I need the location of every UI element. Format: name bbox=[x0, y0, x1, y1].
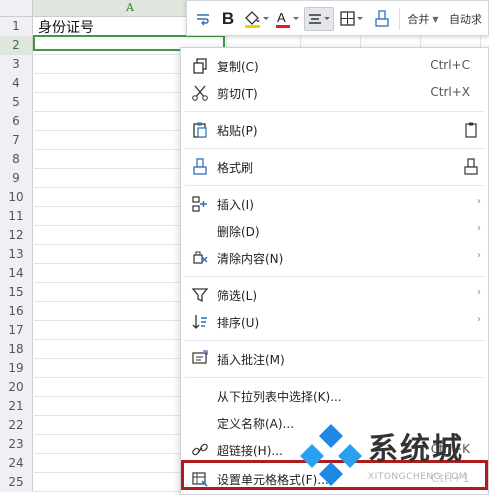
submenu-arrow-icon: › bbox=[477, 196, 481, 207]
merge-button[interactable]: 合并 ▼ bbox=[403, 7, 443, 31]
menu-separator bbox=[185, 185, 484, 186]
menu-label: 格式刷 bbox=[217, 161, 254, 175]
menu-separator bbox=[185, 340, 484, 341]
menu-item-clear[interactable]: 清除内容(N) › bbox=[181, 245, 488, 271]
menu-separator bbox=[185, 111, 484, 112]
autosum-button[interactable]: 自动求 bbox=[449, 7, 489, 31]
bold-icon[interactable]: B bbox=[217, 7, 239, 31]
row-header[interactable]: 9 bbox=[0, 169, 33, 188]
chevron-down-icon: ▼ bbox=[432, 14, 439, 24]
watermark-title: 系统城 bbox=[368, 432, 464, 467]
fill-color-icon[interactable] bbox=[241, 7, 271, 31]
menu-label: 删除(D) bbox=[217, 225, 260, 239]
menu-label: 粘贴(P) bbox=[217, 124, 258, 138]
menu-label: 清除内容(N) bbox=[217, 252, 284, 266]
menu-separator bbox=[185, 377, 484, 378]
row-header[interactable]: 20 bbox=[0, 378, 33, 397]
row-header[interactable]: 14 bbox=[0, 264, 33, 283]
row-header[interactable]: 25 bbox=[0, 473, 33, 492]
eraser-icon bbox=[193, 251, 208, 264]
autosum-label: 自动求 bbox=[449, 13, 482, 26]
submenu-arrow-icon: › bbox=[477, 250, 481, 261]
cell-a1[interactable]: 身份证号 bbox=[38, 17, 94, 37]
row-header[interactable]: 16 bbox=[0, 302, 33, 321]
format-painter-icon[interactable] bbox=[371, 7, 393, 31]
align-icon[interactable] bbox=[304, 7, 334, 31]
submenu-arrow-icon: › bbox=[477, 314, 481, 325]
comment-icon bbox=[192, 350, 208, 364]
row-header[interactable]: 12 bbox=[0, 226, 33, 245]
menu-item-cut[interactable]: 剪切(T) Ctrl+X bbox=[181, 80, 488, 106]
scissors-icon bbox=[192, 85, 208, 101]
menu-label: 从下拉列表中选择(K)... bbox=[217, 390, 342, 404]
menu-label: 筛选(L) bbox=[217, 289, 258, 303]
menu-label: 插入批注(M) bbox=[217, 353, 285, 367]
row-header[interactable]: 4 bbox=[0, 74, 33, 93]
watermark-subtitle: XITONGCHENG.COM bbox=[368, 472, 468, 482]
menu-separator bbox=[185, 276, 484, 277]
menu-item-copy[interactable]: 复制(C) Ctrl+C bbox=[181, 53, 488, 79]
menu-label: 插入(I) bbox=[217, 198, 254, 212]
menu-label: 定义名称(A)... bbox=[217, 417, 295, 431]
menu-label: 剪切(T) bbox=[217, 87, 258, 101]
row-header[interactable]: 24 bbox=[0, 454, 33, 473]
paste-options-icon[interactable] bbox=[462, 121, 480, 139]
row-header[interactable]: 5 bbox=[0, 93, 33, 112]
row-header[interactable]: 8 bbox=[0, 150, 33, 169]
svg-text:A: A bbox=[277, 10, 286, 25]
menu-item-insert-comment[interactable]: 插入批注(M) bbox=[181, 346, 488, 372]
row-header[interactable]: 2 bbox=[0, 36, 33, 55]
menu-label: 排序(U) bbox=[217, 316, 260, 330]
menu-item-sort[interactable]: 排序(U) › bbox=[181, 309, 488, 335]
font-color-icon[interactable]: A bbox=[273, 7, 301, 31]
menu-shortcut: Ctrl+X bbox=[430, 85, 470, 99]
row-header[interactable]: 17 bbox=[0, 321, 33, 340]
menu-item-filter[interactable]: 筛选(L) › bbox=[181, 282, 488, 308]
menu-item-delete[interactable]: 删除(D) › bbox=[181, 218, 488, 244]
row-header[interactable]: 1 bbox=[0, 17, 33, 36]
menu-label: 复制(C) bbox=[217, 60, 259, 74]
row-header[interactable]: 21 bbox=[0, 397, 33, 416]
menu-item-format-painter[interactable]: 格式刷 bbox=[181, 154, 488, 180]
paste-icon bbox=[193, 122, 207, 138]
row-header[interactable]: 15 bbox=[0, 283, 33, 302]
menu-separator bbox=[185, 148, 484, 149]
watermark-logo bbox=[300, 424, 362, 486]
filter-icon bbox=[191, 288, 209, 303]
row-header[interactable]: 13 bbox=[0, 245, 33, 264]
toolbar-separator bbox=[399, 8, 400, 30]
submenu-arrow-icon: › bbox=[477, 287, 481, 298]
menu-label: 超链接(H)... bbox=[217, 444, 283, 458]
row-header[interactable]: 6 bbox=[0, 112, 33, 131]
merge-label: 合并 bbox=[407, 13, 430, 26]
sort-icon bbox=[192, 315, 207, 329]
wrap-icon[interactable] bbox=[191, 7, 215, 31]
row-header[interactable]: 23 bbox=[0, 435, 33, 454]
menu-item-insert[interactable]: 插入(I) › bbox=[181, 191, 488, 217]
border-icon[interactable] bbox=[337, 7, 367, 31]
format-painter-secondary-icon[interactable] bbox=[462, 158, 480, 176]
watermark: 系统城 XITONGCHENG.COM bbox=[296, 420, 486, 490]
row-header[interactable]: 3 bbox=[0, 55, 33, 74]
row-header[interactable]: 11 bbox=[0, 207, 33, 226]
row-header[interactable]: 10 bbox=[0, 188, 33, 207]
link-icon bbox=[192, 443, 208, 456]
menu-item-paste[interactable]: 粘贴(P) bbox=[181, 117, 488, 143]
row-header[interactable]: 7 bbox=[0, 131, 33, 150]
submenu-arrow-icon: › bbox=[477, 223, 481, 234]
row-header[interactable]: 22 bbox=[0, 416, 33, 435]
insert-icon bbox=[192, 196, 207, 212]
copy-icon bbox=[193, 58, 207, 74]
menu-item-pick-from-list[interactable]: 从下拉列表中选择(K)... bbox=[181, 383, 488, 409]
row-header[interactable]: 18 bbox=[0, 340, 33, 359]
format-painter-icon bbox=[193, 158, 207, 175]
mini-toolbar: B A 合并 ▼ 自动求 bbox=[186, 0, 489, 36]
menu-shortcut: Ctrl+C bbox=[430, 58, 470, 72]
row-header[interactable]: 19 bbox=[0, 359, 33, 378]
